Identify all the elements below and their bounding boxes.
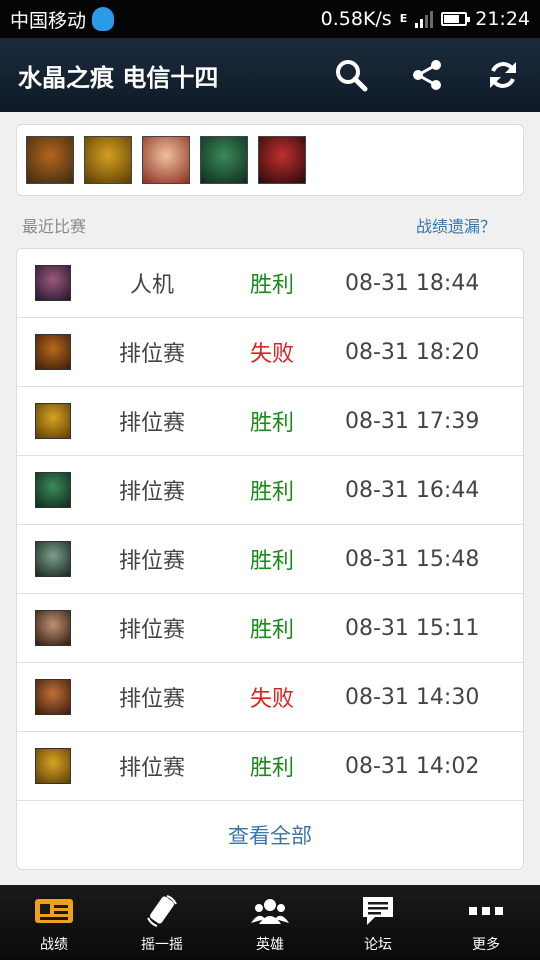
tab-label: 更多	[472, 937, 500, 953]
match-mode: 排位赛	[118, 342, 185, 367]
match-list: 人机 胜利 08-31 18:44 排位赛 失败 08-31 18:20 排位赛 胜利 08-3…	[16, 248, 524, 870]
forum-chat-icon	[361, 894, 395, 928]
match-result: 失败	[249, 687, 294, 712]
section-header: 最近比赛 战绩遗漏？	[22, 212, 496, 238]
champion-portrait[interactable]	[258, 136, 306, 184]
refresh-icon[interactable]	[484, 56, 522, 94]
tab-label: 英雄	[256, 937, 284, 953]
match-mode: 人机	[129, 273, 174, 298]
champion-avatar	[35, 334, 71, 370]
champion-avatar	[35, 748, 71, 784]
match-row[interactable]: 排位赛 失败 08-31 14:30	[17, 663, 523, 732]
match-mode: 排位赛	[118, 549, 185, 574]
match-result: 胜利	[249, 618, 294, 643]
match-row[interactable]: 排位赛 失败 08-31 18:20	[17, 318, 523, 387]
match-mode: 排位赛	[118, 687, 185, 712]
heroes-icon	[251, 894, 289, 928]
tab-label: 论坛	[364, 937, 392, 953]
view-all-button[interactable]: 查看全部	[17, 801, 523, 869]
status-indicators: 0.58K/s E 21:24	[321, 8, 530, 30]
champion-avatar	[35, 541, 71, 577]
champion-portrait[interactable]	[84, 136, 132, 184]
network-speed: 0.58K/s	[320, 8, 392, 30]
tab-more-dots[interactable]: 更多	[432, 885, 540, 960]
champion-avatar	[35, 610, 71, 646]
tab-forum-chat[interactable]: 论坛	[324, 885, 432, 960]
match-mode: 排位赛	[118, 480, 185, 505]
champion-portrait[interactable]	[200, 136, 248, 184]
tab-label: 战绩	[40, 937, 68, 953]
match-time: 08-31 17:39	[345, 408, 480, 434]
match-time: 08-31 18:20	[345, 339, 480, 365]
match-result: 胜利	[249, 273, 294, 298]
recent-champions-card	[16, 124, 524, 196]
champion-portrait[interactable]	[26, 136, 74, 184]
qq-penguin-icon	[92, 7, 115, 31]
share-icon[interactable]	[408, 56, 446, 94]
match-time: 08-31 15:11	[345, 615, 480, 641]
champion-avatar	[35, 265, 71, 301]
match-row[interactable]: 人机 胜利 08-31 18:44	[17, 249, 523, 318]
champion-avatar	[35, 679, 71, 715]
champion-avatar	[35, 403, 71, 439]
match-time: 08-31 14:02	[345, 753, 480, 779]
match-row[interactable]: 排位赛 胜利 08-31 17:39	[17, 387, 523, 456]
tab-heroes[interactable]: 英雄	[216, 885, 324, 960]
match-result: 胜利	[249, 480, 294, 505]
status-bar: 中国移动 0.58K/s E 21:24	[0, 0, 540, 38]
carrier-name: 中国移动	[10, 9, 87, 32]
match-mode: 排位赛	[118, 618, 185, 643]
match-result: 胜利	[249, 411, 294, 436]
network-type: E	[399, 12, 408, 25]
search-icon[interactable]	[332, 56, 370, 94]
match-row[interactable]: 排位赛 胜利 08-31 15:48	[17, 525, 523, 594]
match-time: 08-31 18:44	[345, 270, 480, 296]
match-mode: 排位赛	[118, 756, 185, 781]
clock: 21:24	[475, 8, 530, 30]
signal-icon	[415, 10, 434, 28]
match-time: 08-31 15:48	[345, 546, 480, 572]
bottom-tab-bar: 战绩 摇一摇 英雄 论坛 更多	[0, 885, 540, 960]
page-title: 水晶之痕 电信十四	[18, 63, 219, 92]
tab-shake-phone[interactable]: 摇一摇	[108, 885, 216, 960]
battery-icon	[441, 12, 471, 26]
match-time: 08-31 14:30	[345, 684, 480, 710]
section-label: 最近比赛	[22, 217, 87, 236]
app-actions	[332, 56, 522, 94]
tab-record-card[interactable]: 战绩	[0, 885, 108, 960]
champion-portrait[interactable]	[142, 136, 190, 184]
match-row[interactable]: 排位赛 胜利 08-31 16:44	[17, 456, 523, 525]
match-time: 08-31 16:44	[345, 477, 480, 503]
match-row[interactable]: 排位赛 胜利 08-31 15:11	[17, 594, 523, 663]
match-row[interactable]: 排位赛 胜利 08-31 14:02	[17, 732, 523, 801]
shake-phone-icon	[145, 894, 179, 928]
match-mode: 排位赛	[118, 411, 185, 436]
match-result: 胜利	[249, 549, 294, 574]
match-result: 失败	[249, 342, 294, 367]
carrier-group: 中国移动	[10, 6, 115, 33]
record-card-icon	[34, 894, 74, 928]
champion-avatar	[35, 472, 71, 508]
missing-record-link[interactable]: 战绩遗漏？	[416, 213, 496, 237]
match-result: 胜利	[249, 756, 294, 781]
app-bar: 水晶之痕 电信十四	[0, 38, 540, 112]
tab-label: 摇一摇	[141, 937, 183, 953]
more-dots-icon	[469, 894, 503, 928]
